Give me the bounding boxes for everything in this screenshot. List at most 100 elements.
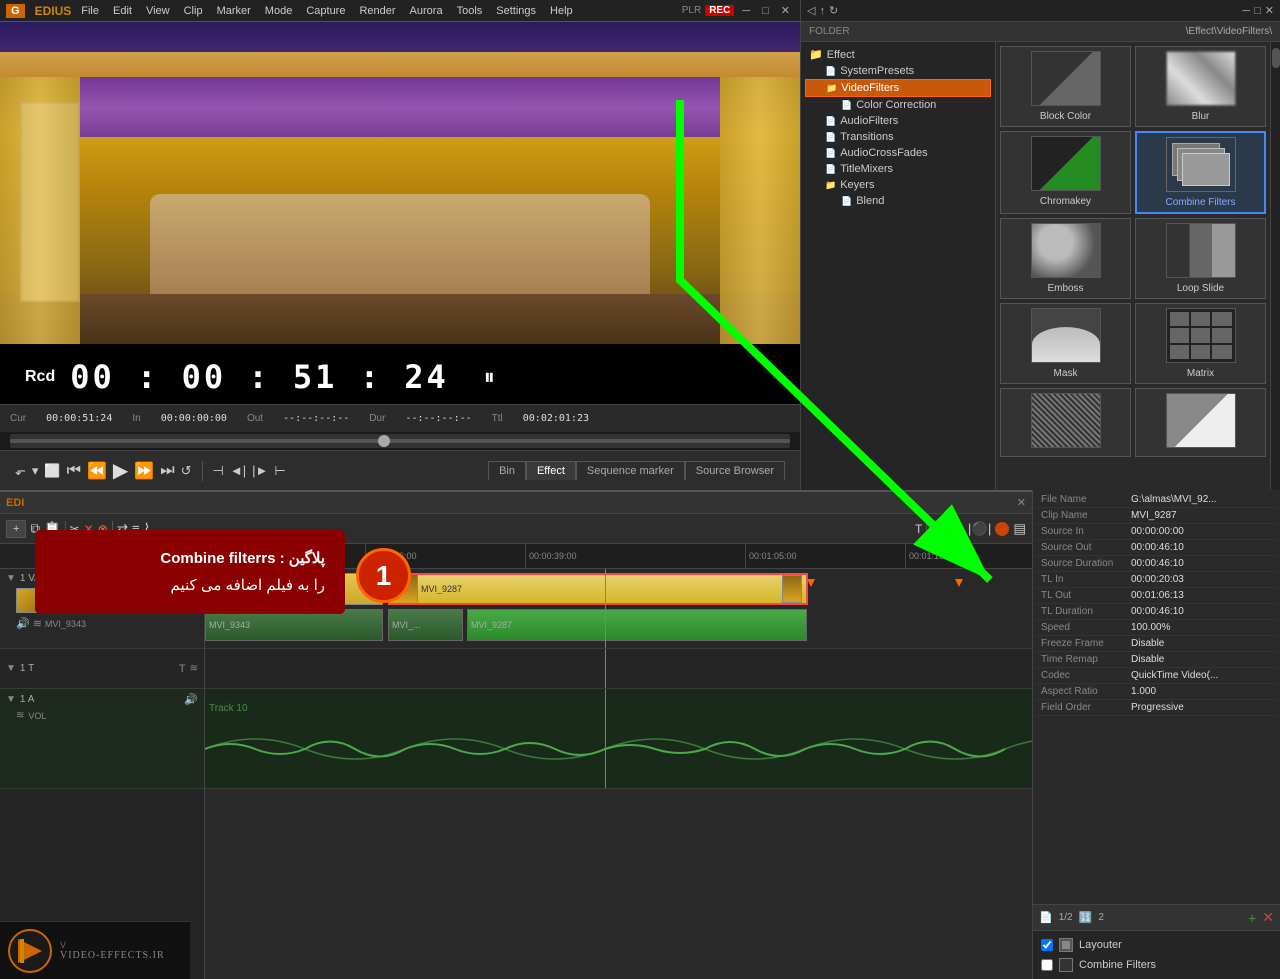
effect-fold[interactable] xyxy=(1135,388,1266,457)
filter-combine[interactable]: Combine Filters xyxy=(1037,955,1276,975)
props-add-btn[interactable]: + xyxy=(1248,910,1256,926)
clip-mvi9287-video[interactable]: MVI_9287 xyxy=(388,573,808,605)
menu-file[interactable]: File xyxy=(77,3,103,19)
tree-item-systempresets[interactable]: 📄 SystemPresets xyxy=(805,63,991,79)
menu-settings[interactable]: Settings xyxy=(492,3,540,19)
effects-maximize-icon[interactable]: □ xyxy=(1254,5,1261,17)
effect-loopslide-label: Loop Slide xyxy=(1177,283,1224,294)
menu-capture[interactable]: Capture xyxy=(302,3,349,19)
tl-audio-btn[interactable]: 🎵 xyxy=(947,521,964,537)
prop-fieldorder: Field Order Progressive xyxy=(1035,700,1278,716)
prop-aspect: Aspect Ratio 1.000 xyxy=(1035,684,1278,700)
tree-item-titlemixers[interactable]: 📄 TitleMixers xyxy=(805,161,991,177)
step-fwd-btn[interactable]: ⏩ xyxy=(134,461,154,481)
effect-mask[interactable]: Mask xyxy=(1000,303,1131,384)
effects-close-icon[interactable]: ✕ xyxy=(1265,4,1274,17)
stop-btn[interactable]: ⬜ xyxy=(44,463,60,479)
menu-view[interactable]: View xyxy=(142,3,174,19)
menu-mode[interactable]: Mode xyxy=(261,3,297,19)
clip-mvi-short[interactable]: MVI_... xyxy=(388,609,463,641)
menu-tools[interactable]: Tools xyxy=(453,3,487,19)
set-out-btn[interactable]: ⊢ xyxy=(274,463,285,479)
effects-panel: ◁ ↑ ↻ ─ □ ✕ FOLDER \Effect\VideoFilters\… xyxy=(800,0,1280,490)
effect-block-color[interactable]: Block Color xyxy=(1000,46,1131,127)
menu-render[interactable]: Render xyxy=(355,3,399,19)
annotation-number-badge: 1 xyxy=(356,548,411,603)
rewind-btn[interactable]: ⏮ xyxy=(67,462,81,480)
va-lock-btn[interactable]: ≋ xyxy=(33,617,42,630)
va-mute-btn[interactable]: 🔊 xyxy=(16,617,30,630)
tl-value: 00:02:01:23 xyxy=(523,413,589,424)
step-back-btn[interactable]: ⏪ xyxy=(87,461,107,481)
tree-item-audiocrossfades[interactable]: 📄 AudioCrossFades xyxy=(805,145,991,161)
t-expand-btn[interactable]: ▼ xyxy=(6,663,16,674)
set-in-btn[interactable]: ⊣ xyxy=(213,463,224,479)
fast-fwd-btn[interactable]: ⏭ xyxy=(160,462,174,480)
a-expand-btn[interactable]: ▼ xyxy=(6,694,16,705)
menu-help[interactable]: Help xyxy=(546,3,577,19)
tab-sequence-marker[interactable]: Sequence marker xyxy=(576,461,685,480)
effect-combine-filters[interactable]: Combine Filters xyxy=(1135,131,1266,214)
filter-layouter[interactable]: Layouter xyxy=(1037,935,1276,955)
annotation-title: پلاگین : Combine filterrs xyxy=(55,545,325,572)
out-label: Out xyxy=(247,413,263,424)
scrubber-bar[interactable] xyxy=(10,434,790,448)
properties-panel: File Name G:\almas\MVI_92... Clip Name M… xyxy=(1032,490,1280,979)
tree-item-blend[interactable]: 📄 Blend xyxy=(805,193,991,209)
t-edit-btn[interactable]: ≋ xyxy=(190,663,198,674)
goto-out-btn[interactable]: |► xyxy=(252,463,268,478)
edius-logo-icon: G xyxy=(6,4,25,18)
a-vol-btn[interactable]: ≋ xyxy=(16,710,24,721)
effect-loopslide[interactable]: Loop Slide xyxy=(1135,218,1266,299)
maximize-icon[interactable]: □ xyxy=(758,5,773,17)
play-btn[interactable]: ▶ xyxy=(113,458,128,483)
effect-blur[interactable]: Blur xyxy=(1135,46,1266,127)
loop-btn[interactable]: ↺ xyxy=(181,463,192,479)
tree-item-videofilters[interactable]: 📁 VideoFilters xyxy=(805,79,991,97)
out-value: --:--:--:-- xyxy=(283,413,349,424)
layouter-checkbox[interactable] xyxy=(1041,939,1053,951)
tree-item-colorcorrection[interactable]: 📄 Color Correction xyxy=(805,97,991,113)
tree-item-effect[interactable]: 📁 Effect xyxy=(805,46,991,63)
effect-chromakey[interactable]: Chromakey xyxy=(1000,131,1131,214)
tab-effect[interactable]: Effect xyxy=(526,461,576,480)
tl-zoom-out-btn[interactable]: T xyxy=(915,522,922,536)
tl-more-btn[interactable]: ▤ xyxy=(1013,521,1026,537)
timeline-close-icon[interactable]: ✕ xyxy=(1017,496,1026,509)
effect-matrix[interactable]: Matrix xyxy=(1135,303,1266,384)
va-expand-btn[interactable]: ▼ xyxy=(6,573,16,584)
close-icon[interactable]: ✕ xyxy=(777,4,794,17)
mark-out-btn[interactable]: ▾ xyxy=(32,463,39,479)
effect-noise[interactable] xyxy=(1000,388,1131,457)
edius-header: G EDIUS File Edit View Clip Marker Mode … xyxy=(0,0,800,22)
folder-refresh-icon[interactable]: ↻ xyxy=(829,4,838,17)
tree-item-keyers[interactable]: 📁 Keyers xyxy=(805,177,991,193)
tl-add-track-btn[interactable]: + xyxy=(6,520,26,538)
folder-nav-icon[interactable]: ◁ xyxy=(807,4,815,17)
props-remove-btn[interactable]: ✕ xyxy=(1262,909,1274,926)
tl-label: Ttl xyxy=(492,413,503,424)
tl-settings-btn[interactable]: ⚙ xyxy=(931,521,943,537)
minimize-icon[interactable]: ─ xyxy=(738,5,754,17)
menu-aurora[interactable]: Aurora xyxy=(406,3,447,19)
tree-item-transitions[interactable]: 📄 Transitions xyxy=(805,129,991,145)
tab-source-browser[interactable]: Source Browser xyxy=(685,461,785,480)
menu-marker[interactable]: Marker xyxy=(213,3,255,19)
clip-mvi9287-audio[interactable]: MVI_9287 xyxy=(467,609,807,641)
menu-clip[interactable]: Clip xyxy=(180,3,207,19)
tl-color-btn[interactable] xyxy=(995,522,1009,536)
effect-emboss[interactable]: Emboss xyxy=(1000,218,1131,299)
brand-logo-icon xyxy=(8,929,52,973)
combine-checkbox[interactable] xyxy=(1041,959,1053,971)
tl-mix-btn[interactable]: |⚫| xyxy=(968,521,992,537)
folder-tree: 📁 Effect 📄 SystemPresets 📁 VideoFilters … xyxy=(801,42,996,490)
effects-minimize-icon[interactable]: ─ xyxy=(1242,5,1250,17)
a-mute-btn[interactable]: 🔊 xyxy=(184,693,198,706)
menu-edit[interactable]: Edit xyxy=(109,3,136,19)
tab-bin[interactable]: Bin xyxy=(488,461,526,480)
prop-sourcein: Source In 00:00:00:00 xyxy=(1035,524,1278,540)
tree-item-audiofilters[interactable]: 📄 AudioFilters xyxy=(805,113,991,129)
mark-in-btn[interactable]: ⬐ xyxy=(15,463,26,479)
folder-up-icon[interactable]: ↑ xyxy=(819,5,825,17)
goto-in-btn[interactable]: ◄| xyxy=(230,463,246,478)
